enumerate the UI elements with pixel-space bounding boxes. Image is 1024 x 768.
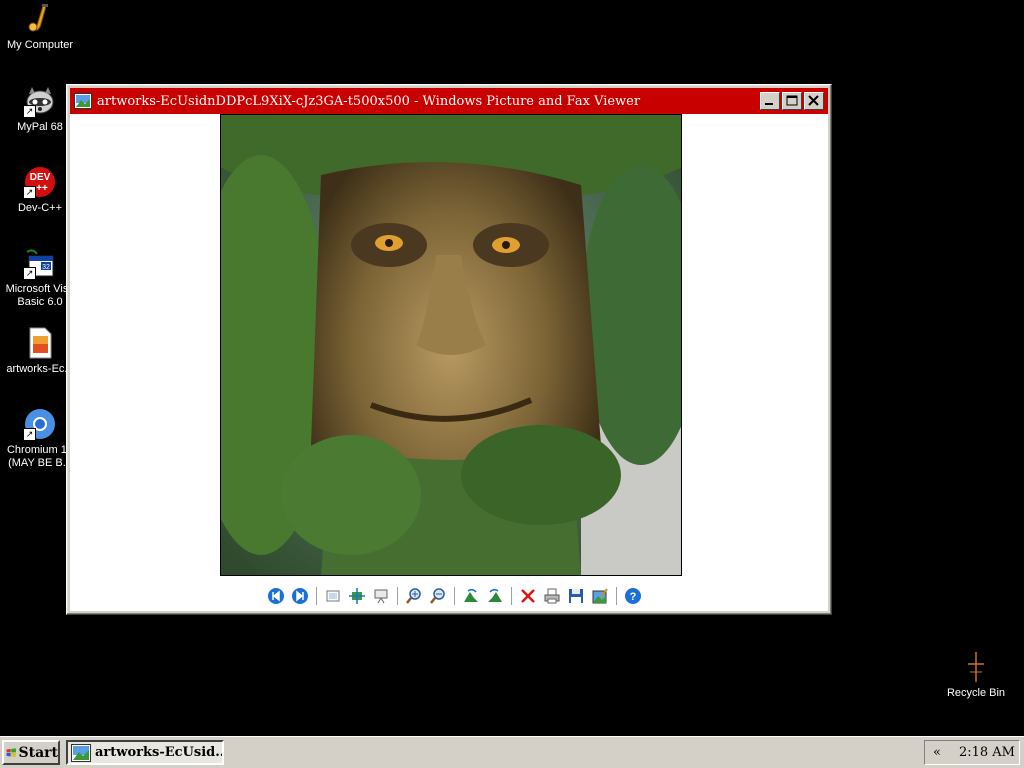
devcpp-badge-bottom: ++ xyxy=(36,183,48,194)
save-disk-icon xyxy=(569,589,583,603)
desktop-icon-recycle-bin[interactable]: Recycle Bin xyxy=(936,650,1016,700)
delete-icon xyxy=(521,589,535,603)
toolbar-separator xyxy=(316,587,317,605)
system-tray: « 2:18 AM xyxy=(924,740,1020,765)
actual-size-icon xyxy=(349,588,365,604)
windows-logo-icon xyxy=(6,747,16,757)
next-image-icon xyxy=(292,588,308,604)
delete-button[interactable] xyxy=(518,586,538,606)
zoom-out-icon xyxy=(430,588,445,604)
previous-image-button[interactable] xyxy=(266,586,286,606)
toolbar-separator xyxy=(511,587,512,605)
desktop-icon-label: My Computer xyxy=(6,39,74,51)
taskbar-button-picture-viewer[interactable]: artworks-EcUsid... xyxy=(66,740,224,765)
slideshow-icon xyxy=(374,589,388,604)
taskbar-button-label: artworks-EcUsid... xyxy=(95,745,224,760)
rotate-clockwise-button[interactable] xyxy=(461,586,481,606)
picture-viewer-window[interactable]: artworks-EcUsidnDDPcL9XiX-cJz3GA-t500x50… xyxy=(66,84,832,615)
devcpp-badge-top: DEV xyxy=(30,172,51,183)
help-button[interactable]: ? xyxy=(623,586,643,606)
picture-viewer-app-icon xyxy=(71,743,91,762)
shortcut-arrow-icon: ↗ xyxy=(23,186,36,199)
slideshow-button[interactable] xyxy=(371,586,391,606)
zoom-in-button[interactable] xyxy=(404,586,424,606)
print-button[interactable] xyxy=(542,586,562,606)
help-icon: ? xyxy=(625,588,641,604)
viewer-area: ? xyxy=(70,114,828,611)
rotate-counterclockwise-icon xyxy=(488,588,502,602)
previous-image-icon xyxy=(268,588,284,604)
displayed-photo xyxy=(220,114,682,576)
vb-badge: 32 xyxy=(42,264,50,271)
zoom-out-button[interactable] xyxy=(428,586,448,606)
edit-button[interactable] xyxy=(590,586,610,606)
start-label: Start xyxy=(18,744,59,761)
shortcut-arrow-icon: ↗ xyxy=(23,428,36,441)
toolbar-separator xyxy=(397,587,398,605)
saxophone-icon xyxy=(23,2,57,36)
print-icon xyxy=(544,588,560,604)
desktop-icon-label: Recycle Bin xyxy=(946,687,1006,699)
title-bar[interactable]: artworks-EcUsidnDDPcL9XiX-cJz3GA-t500x50… xyxy=(70,88,828,114)
tree-face-photo xyxy=(221,115,681,575)
copy-to-button[interactable] xyxy=(566,586,586,606)
taskbar: Start artworks-EcUsid... « 2:18 AM xyxy=(0,736,1024,768)
window-title: artworks-EcUsidnDDPcL9XiX-cJz3GA-t500x50… xyxy=(97,93,641,109)
clock[interactable]: 2:18 AM xyxy=(959,745,1015,760)
zoom-in-icon xyxy=(406,588,421,604)
next-image-button[interactable] xyxy=(290,586,310,606)
shortcut-arrow-icon: ↗ xyxy=(23,105,36,118)
viewer-toolbar: ? xyxy=(264,584,645,608)
shortcut-arrow-icon: ↗ xyxy=(23,267,36,280)
edit-image-icon xyxy=(592,588,608,604)
recycle-bin-icon xyxy=(959,650,993,684)
actual-size-button[interactable] xyxy=(347,586,367,606)
best-fit-icon xyxy=(326,590,340,602)
svg-text:?: ? xyxy=(630,591,637,603)
toolbar-separator xyxy=(454,587,455,605)
best-fit-button[interactable] xyxy=(323,586,343,606)
maximize-button[interactable] xyxy=(782,92,802,110)
image-file-icon xyxy=(23,326,57,360)
picture-viewer-app-icon xyxy=(74,93,92,109)
close-icon xyxy=(808,95,819,106)
rotate-counterclockwise-button[interactable] xyxy=(485,586,505,606)
start-button[interactable]: Start xyxy=(2,740,60,765)
desktop-icon-my-computer[interactable]: My Computer xyxy=(0,2,80,52)
tray-expand-chevron[interactable]: « xyxy=(933,745,941,760)
raccoon-icon: ↗ xyxy=(23,84,57,118)
minimize-button[interactable] xyxy=(760,92,780,110)
visual-basic-icon: 32 ↗ xyxy=(23,246,57,280)
devcpp-icon: DEV ++ ↗ xyxy=(23,165,57,199)
toolbar-separator xyxy=(616,587,617,605)
minimize-icon xyxy=(765,103,773,105)
close-button[interactable] xyxy=(804,92,824,110)
chromium-icon: ↗ xyxy=(23,407,57,441)
maximize-icon xyxy=(786,95,798,106)
rotate-clockwise-icon xyxy=(464,588,478,602)
